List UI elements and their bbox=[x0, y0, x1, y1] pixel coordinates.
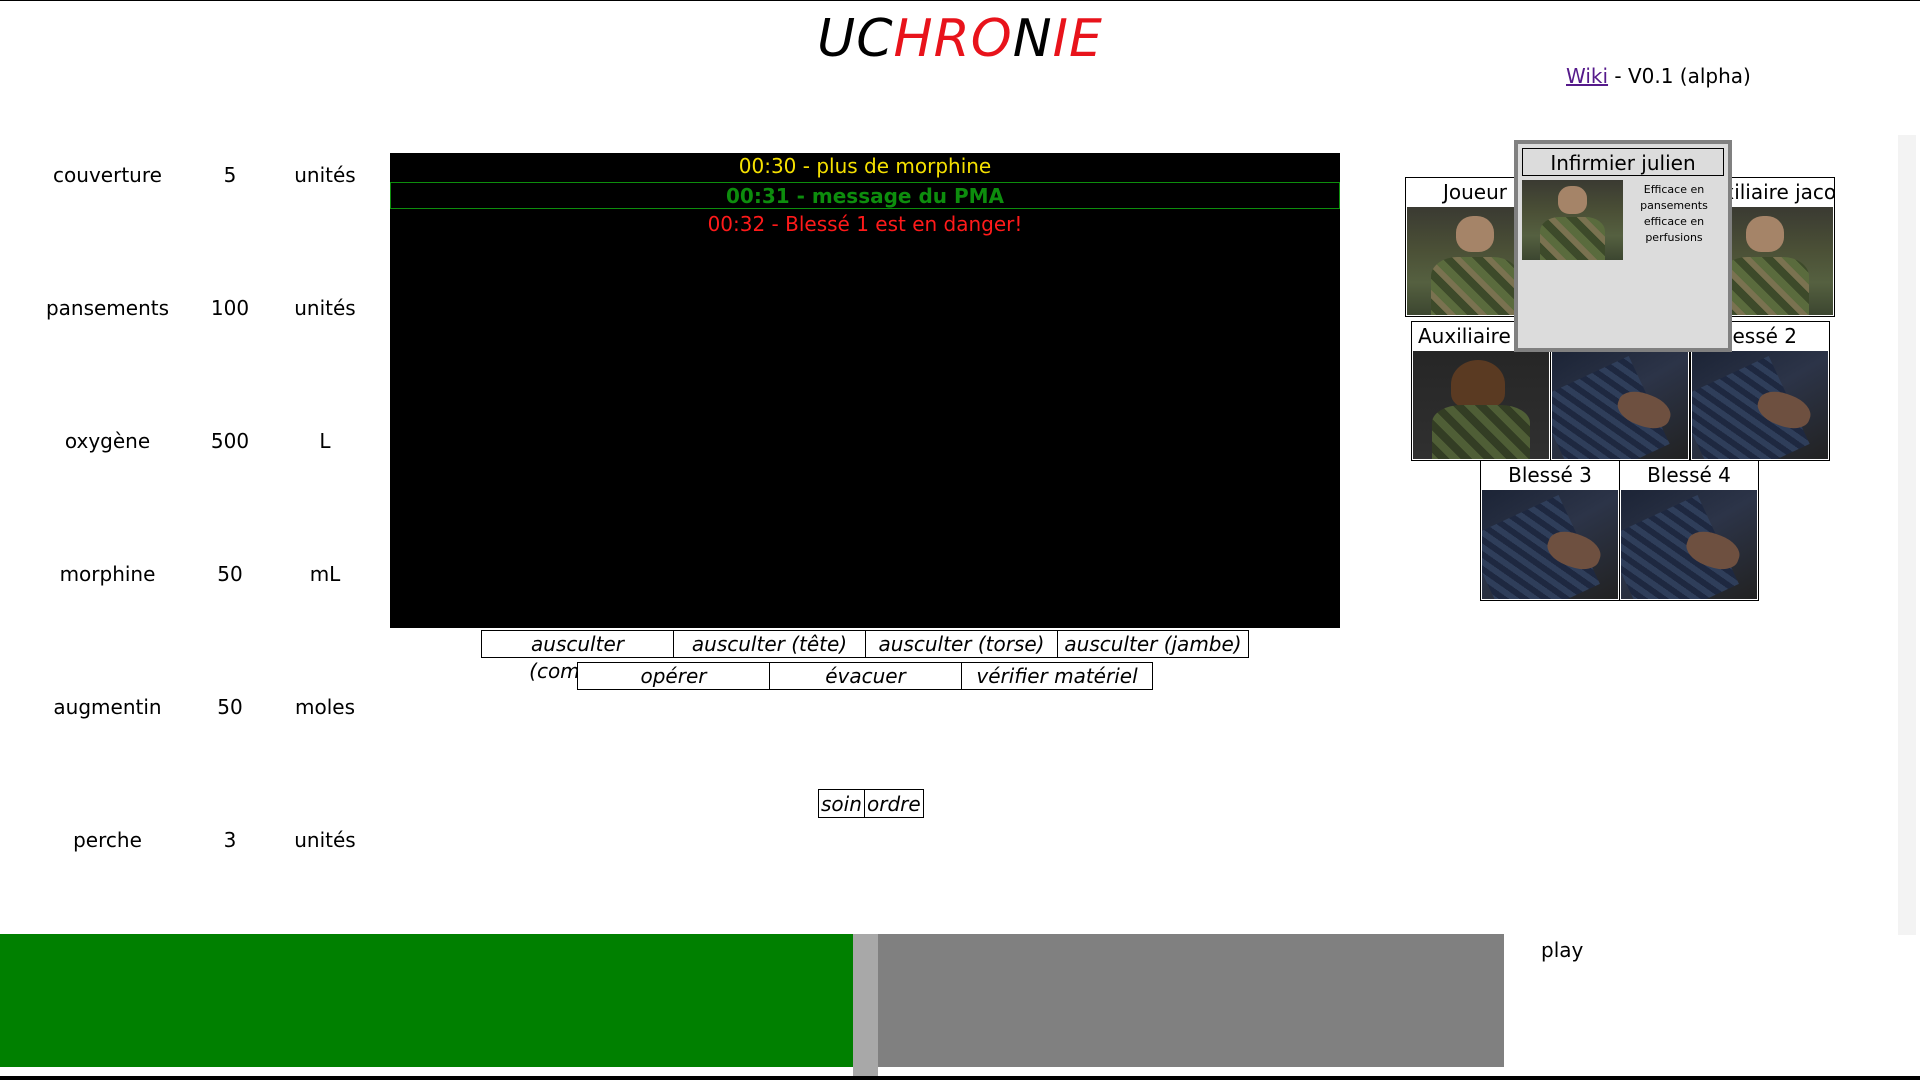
wiki-link[interactable]: Wiki bbox=[1566, 64, 1608, 88]
auscultate-head-button[interactable]: ausculter (tête) bbox=[673, 630, 866, 658]
check-equipment-button[interactable]: vérifier matériel bbox=[961, 662, 1153, 690]
resource-row: morphine 50 mL bbox=[30, 554, 390, 594]
timeline-handle[interactable] bbox=[853, 934, 878, 1079]
title-part: HRO bbox=[893, 9, 1013, 69]
order-mode-button[interactable]: ordre bbox=[864, 789, 924, 818]
skill-line: pansements bbox=[1640, 199, 1708, 212]
resource-name: oxygène bbox=[64, 429, 151, 453]
character-card-blesse-3[interactable]: Blessé 3 bbox=[1480, 460, 1620, 601]
care-mode-button[interactable]: soin bbox=[818, 789, 865, 818]
app-title: UCHRONIE bbox=[0, 8, 1920, 70]
title-part: IE bbox=[1052, 9, 1103, 69]
character-card-blesse-4[interactable]: Blessé 4 bbox=[1619, 460, 1759, 601]
resource-quantity: 50 bbox=[217, 695, 243, 719]
event-log: 00:30 - plus de morphine 00:31 - message… bbox=[390, 153, 1340, 628]
character-portrait-image bbox=[1482, 490, 1618, 599]
character-name: Blessé 3 bbox=[1508, 463, 1592, 487]
log-entry: 00:32 - Blessé 1 est en danger! bbox=[707, 212, 1023, 236]
character-skills: Efficace en pansements efficace en perfu… bbox=[1626, 182, 1722, 246]
version-label: - V0.1 (alpha) bbox=[1608, 64, 1751, 88]
timeline-track[interactable] bbox=[0, 934, 1504, 1079]
resource-name: pansements bbox=[45, 296, 170, 320]
evacuate-button[interactable]: évacuer bbox=[769, 662, 962, 690]
page-scrollbar[interactable] bbox=[1898, 135, 1916, 935]
timeline-progress bbox=[0, 934, 853, 1067]
auscultate-leg-button[interactable]: ausculter (jambe) bbox=[1057, 630, 1249, 658]
auscultate-full-button[interactable]: ausculter (complet) bbox=[481, 630, 674, 683]
resource-unit: L bbox=[319, 429, 331, 453]
skill-line: efficace en bbox=[1643, 215, 1705, 228]
character-name: Blessé 4 bbox=[1647, 463, 1731, 487]
play-button[interactable]: play bbox=[1541, 938, 1583, 962]
resource-row: pansements 100 unités bbox=[30, 288, 390, 328]
resource-quantity: 50 bbox=[217, 562, 243, 586]
character-popup[interactable]: Infirmier julien Efficace en pansements … bbox=[1514, 140, 1732, 352]
resource-unit: unités bbox=[294, 163, 356, 187]
title-part: N bbox=[1012, 9, 1053, 69]
resource-name: augmentin bbox=[53, 695, 162, 719]
resource-unit: moles bbox=[295, 695, 355, 719]
resource-row: oxygène 500 L bbox=[30, 421, 390, 461]
resource-row: couverture 5 unités bbox=[30, 155, 390, 195]
version-bar: Wiki - V0.1 (alpha) bbox=[1566, 64, 1751, 88]
auscultate-torso-button[interactable]: ausculter (torse) bbox=[865, 630, 1058, 658]
resource-quantity: 500 bbox=[210, 429, 250, 453]
resource-quantity: 5 bbox=[223, 163, 237, 187]
title-part: UC bbox=[817, 9, 894, 69]
resource-unit: unités bbox=[294, 828, 356, 852]
character-portrait-image bbox=[1413, 351, 1549, 459]
top-border bbox=[0, 0, 1920, 1]
resource-quantity: 3 bbox=[223, 828, 237, 852]
resource-unit: mL bbox=[309, 562, 341, 586]
resource-unit: unités bbox=[294, 296, 356, 320]
character-portrait-image bbox=[1552, 351, 1688, 459]
resource-name: couverture bbox=[53, 163, 162, 187]
character-portrait-image bbox=[1522, 180, 1623, 260]
skill-line: perfusions bbox=[1645, 231, 1703, 244]
resource-row: perche 3 unités bbox=[30, 820, 390, 860]
resource-quantity: 100 bbox=[210, 296, 250, 320]
log-entry: 00:31 - message du PMA bbox=[390, 182, 1340, 209]
operate-button[interactable]: opérer bbox=[577, 662, 770, 690]
skill-line: Efficace en bbox=[1643, 183, 1705, 196]
resource-row: augmentin 50 moles bbox=[30, 687, 390, 727]
log-entry: 00:30 - plus de morphine bbox=[738, 154, 992, 178]
bottom-border bbox=[0, 1076, 1920, 1080]
character-name: Infirmier julien bbox=[1522, 148, 1724, 176]
character-portrait-image bbox=[1692, 351, 1828, 459]
character-portrait-image bbox=[1621, 490, 1757, 599]
resource-name: perche bbox=[73, 828, 142, 852]
resource-name: morphine bbox=[59, 562, 156, 586]
